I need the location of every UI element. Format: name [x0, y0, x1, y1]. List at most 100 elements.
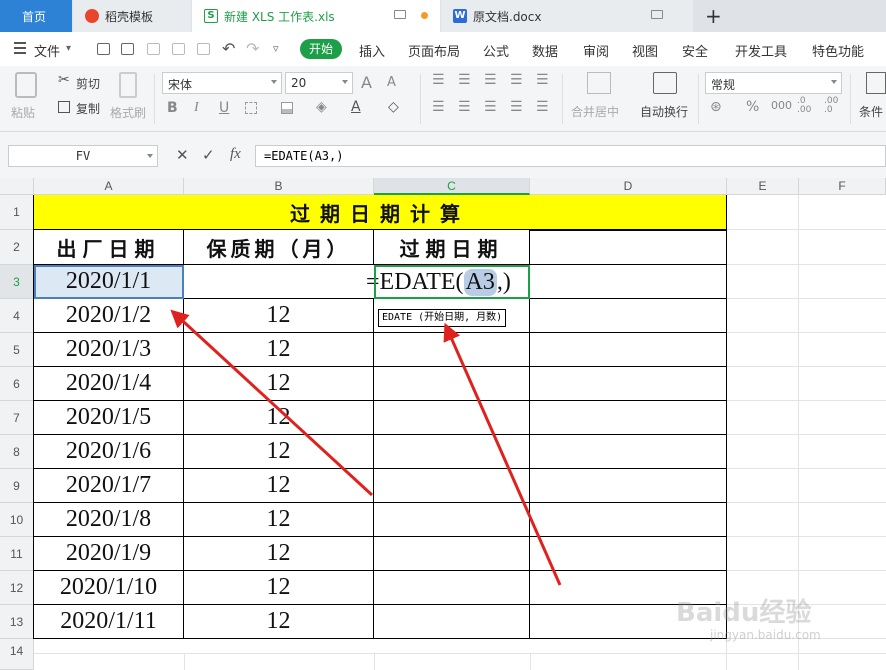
bold-button[interactable]: B — [167, 100, 178, 116]
export-icon[interactable] — [147, 43, 160, 55]
number-format-value: 常规 — [711, 78, 736, 92]
file-menu[interactable]: 文件 — [34, 41, 60, 60]
ribbon-toolbar: 粘贴 ✂ 剪切 复制 格式刷 宋体 20 A A B I U ◈ A ◇ ☰ ☰… — [0, 66, 886, 132]
italic-button[interactable]: I — [194, 100, 199, 116]
divider — [154, 74, 155, 124]
hamburger-icon[interactable] — [14, 42, 26, 54]
cancel-icon[interactable]: ✕ — [176, 146, 189, 164]
divider — [850, 74, 851, 124]
spreadsheet-grid[interactable]: A B C D E F 1 2 3 4 5 6 7 8 9 10 11 12 1… — [0, 178, 886, 670]
name-box[interactable]: FV — [8, 145, 158, 167]
currency-icon[interactable]: ⊛ — [710, 99, 722, 115]
spreadsheet-file-icon: S — [204, 9, 218, 23]
increase-font-icon[interactable]: A — [361, 73, 372, 92]
font-size-value: 20 — [291, 76, 307, 90]
menu-security[interactable]: 安全 — [682, 41, 708, 60]
divider — [420, 74, 421, 124]
divider — [698, 74, 699, 124]
menu-data[interactable]: 数据 — [532, 41, 558, 60]
red-arrow-to-a3 — [170, 309, 374, 497]
borders-dropdown-icon[interactable] — [281, 102, 293, 114]
align-center-icon[interactable]: ☰ — [458, 99, 471, 115]
tab-xls-file[interactable]: S 新建 XLS 工作表.xls — [192, 0, 440, 32]
tab-docx-file[interactable]: W 原文档.docx — [441, 0, 693, 32]
chevron-down-icon[interactable]: ▾ — [66, 43, 71, 54]
open-folder-icon[interactable] — [97, 43, 110, 55]
increase-decimal-icon[interactable]: .0.00 — [797, 97, 811, 115]
decrease-font-icon[interactable]: A — [387, 75, 396, 90]
clear-format-icon[interactable]: ◇ — [388, 99, 399, 115]
print-icon[interactable] — [172, 43, 185, 55]
border-icon[interactable] — [245, 102, 257, 114]
menu-start[interactable]: 开始 — [300, 39, 342, 59]
undo-icon[interactable]: ↶ — [222, 39, 235, 58]
align-left-icon[interactable]: ☰ — [432, 99, 445, 115]
word-file-icon: W — [453, 9, 467, 23]
tab-docer-templates[interactable]: 稻壳模板 — [73, 0, 191, 32]
name-box-value: FV — [75, 149, 91, 163]
cut-button[interactable]: 剪切 — [76, 75, 100, 92]
unsaved-dot-icon — [421, 12, 428, 19]
align-middle-icon[interactable]: ☰ — [458, 72, 471, 88]
monitor-icon[interactable] — [394, 10, 406, 19]
align-top-icon[interactable]: ☰ — [432, 72, 445, 88]
confirm-icon[interactable]: ✓ — [202, 146, 215, 164]
divider — [562, 74, 563, 124]
merge-center-button[interactable]: 合并居中 — [571, 103, 619, 120]
menu-page-layout[interactable]: 页面布局 — [408, 41, 460, 60]
menu-bar: 文件 ▾ ↶ ↷ ▿ 开始 插入 页面布局 公式 数据 审阅 视图 安全 开发工… — [0, 32, 886, 66]
copy-icon[interactable] — [58, 101, 70, 113]
formula-input[interactable]: =EDATE(A3,) — [255, 145, 886, 167]
formula-bar: FV ✕ ✓ fx =EDATE(A3,) — [0, 132, 886, 178]
tab-home-label: 首页 — [22, 9, 47, 24]
wrap-text-icon[interactable] — [653, 72, 677, 94]
tab-docx-label: 原文档.docx — [473, 9, 542, 24]
docer-logo-icon — [85, 9, 99, 23]
scissors-icon[interactable]: ✂ — [58, 72, 70, 88]
format-painter-icon[interactable] — [119, 72, 137, 98]
decrease-decimal-icon[interactable]: .00.0 — [824, 97, 838, 115]
font-size-select[interactable]: 20 — [285, 72, 353, 94]
thousands-separator-icon[interactable]: 000 — [771, 99, 792, 112]
distributed-icon[interactable]: ☰ — [536, 99, 549, 115]
red-arrow-to-tooltip — [443, 322, 562, 586]
menu-formulas[interactable]: 公式 — [483, 41, 509, 60]
justify-icon[interactable]: ☰ — [510, 99, 523, 115]
percent-icon[interactable]: % — [746, 99, 759, 115]
save-icon[interactable] — [121, 43, 134, 55]
new-tab-plus-icon[interactable]: + — [705, 4, 722, 28]
tab-home[interactable]: 首页 — [0, 0, 72, 32]
align-right-icon[interactable]: ☰ — [484, 99, 497, 115]
menu-special[interactable]: 特色功能 — [812, 41, 864, 60]
tab-docer-label: 稻壳模板 — [105, 9, 154, 24]
merge-center-icon[interactable] — [587, 72, 611, 94]
menu-developer[interactable]: 开发工具 — [735, 41, 787, 60]
watermark-url: jingyan.baidu.com — [710, 628, 821, 642]
redo-icon[interactable]: ↷ — [246, 39, 259, 58]
paste-icon[interactable] — [15, 72, 37, 98]
fill-color-icon[interactable]: ◈ — [316, 99, 327, 115]
conditional-format-button[interactable]: 条件 — [859, 103, 883, 120]
align-bottom-icon[interactable]: ☰ — [484, 72, 497, 88]
underline-button[interactable]: U — [219, 100, 229, 116]
menu-insert[interactable]: 插入 — [359, 41, 385, 60]
orientation-icon[interactable]: ☰ — [510, 72, 523, 88]
menu-view[interactable]: 视图 — [632, 41, 658, 60]
tab-xls-label: 新建 XLS 工作表.xls — [224, 9, 335, 24]
number-format-select[interactable]: 常规 — [705, 72, 842, 94]
font-name-select[interactable]: 宋体 — [162, 72, 282, 94]
watermark-brand: Baidu经验 — [676, 598, 812, 628]
customize-quick-access-icon[interactable]: ▿ — [273, 42, 279, 55]
menu-review[interactable]: 审阅 — [583, 41, 609, 60]
paste-button[interactable]: 粘贴 — [11, 104, 35, 121]
font-color-icon[interactable]: A — [351, 99, 361, 115]
preview-icon[interactable] — [197, 43, 210, 55]
insert-function-icon[interactable]: fx — [230, 146, 241, 163]
monitor-icon[interactable] — [651, 10, 663, 19]
tab-bar: 首页 稻壳模板 S 新建 XLS 工作表.xls W 原文档.docx + — [0, 0, 886, 32]
wrap-text-button[interactable]: 自动换行 — [640, 103, 688, 120]
format-painter-button[interactable]: 格式刷 — [110, 104, 146, 121]
conditional-format-icon[interactable] — [866, 72, 886, 94]
copy-button[interactable]: 复制 — [76, 100, 100, 117]
indent-icon[interactable]: ☰ — [536, 72, 549, 88]
